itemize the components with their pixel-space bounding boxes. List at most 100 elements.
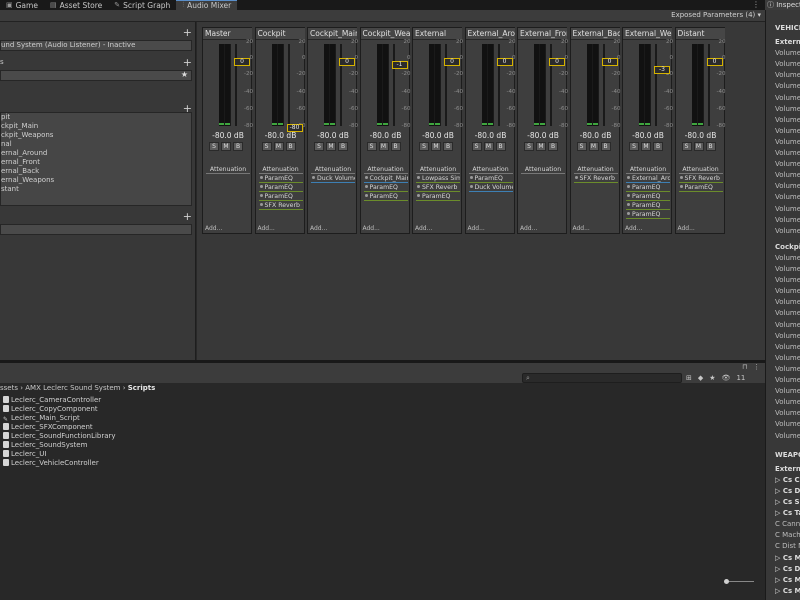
- inspector-field[interactable]: Volume_: [775, 49, 800, 58]
- effect-slot[interactable]: Attenuation: [363, 165, 408, 174]
- mixer-strip[interactable]: Cockpit200-20-40-60-80-80-80.0 dBSMBAtte…: [254, 27, 306, 234]
- file-item[interactable]: Leclerc_SoundSystem: [3, 441, 303, 450]
- tab-script-graph[interactable]: ✎ Script Graph: [108, 0, 176, 10]
- inspector-field[interactable]: C Mach: [775, 531, 800, 540]
- mixer-strip[interactable]: External_Back200-20-40-60-800-80.0 dBSMB…: [569, 27, 621, 234]
- mixer-strip[interactable]: Distant 20 0 -20 -40 -60 -80 0 -80.0 dB S M B Attenu…: [674, 27, 726, 234]
- effect-slot[interactable]: ParamEQ: [626, 192, 670, 201]
- volume-fader-handle[interactable]: -3: [654, 65, 670, 74]
- effect-slot[interactable]: Attenuation: [678, 165, 723, 174]
- group-item[interactable]: ckpit_Weapons: [1, 131, 191, 140]
- mute-button[interactable]: M: [588, 142, 599, 151]
- effect-slot[interactable]: Lowpass Sim: [416, 174, 460, 183]
- inspector-tab[interactable]: ⓘ Inspect: [765, 0, 800, 10]
- inspector-field[interactable]: Volume_: [775, 354, 800, 363]
- inspector-field[interactable]: Volume_: [775, 387, 800, 396]
- mute-button[interactable]: M: [483, 142, 494, 151]
- file-item[interactable]: Leclerc_CopyComponent: [3, 405, 303, 414]
- inspector-field[interactable]: Volume_: [775, 127, 800, 136]
- effect-slot[interactable]: Duck Volume: [311, 174, 355, 183]
- inspector-field[interactable]: Volume_: [775, 193, 800, 202]
- mute-button[interactable]: M: [273, 142, 284, 151]
- mixer-strip[interactable]: External 20 0 -20 -40 -60 -80 0 -80.0 dB S M B Atten…: [412, 27, 463, 234]
- group-item[interactable]: ernal_Front: [1, 158, 191, 167]
- effect-slot[interactable]: SFX Reverb: [678, 174, 723, 183]
- volume-fader-handle[interactable]: 0: [339, 58, 355, 66]
- breadcrumb-item[interactable]: ssets: [0, 384, 18, 392]
- bypass-button[interactable]: B: [338, 142, 348, 151]
- effect-slot[interactable]: SFX Reverb: [416, 183, 460, 192]
- inspector-field[interactable]: Volume_: [775, 309, 800, 318]
- add-effect-button[interactable]: Add...: [363, 225, 380, 232]
- effect-slot[interactable]: Attenuation: [468, 165, 513, 174]
- exposed-parameters-dropdown[interactable]: Exposed Parameters (4) ▾: [671, 11, 761, 19]
- file-item[interactable]: Leclerc_VehicleController: [3, 459, 303, 468]
- add-effect-button[interactable]: Add...: [415, 225, 432, 232]
- solo-button[interactable]: S: [261, 142, 272, 151]
- inspector-field[interactable]: ▷ Cs Tail: [775, 509, 800, 518]
- add-effect-button[interactable]: Add...: [573, 225, 590, 232]
- mute-button[interactable]: M: [536, 142, 546, 151]
- effect-slot[interactable]: Attenuation: [573, 165, 618, 174]
- bypass-button[interactable]: B: [390, 142, 401, 151]
- effect-slot[interactable]: External_Arou: [626, 174, 670, 183]
- bypass-button[interactable]: B: [600, 142, 611, 151]
- group-item[interactable]: ernal_Around: [1, 149, 191, 158]
- inspector-field[interactable]: Volume_: [775, 287, 800, 296]
- inspector-field[interactable]: Volume_: [775, 149, 800, 158]
- bypass-button[interactable]: B: [653, 142, 663, 151]
- inspector-field[interactable]: Volume_: [775, 82, 800, 91]
- inspector-field[interactable]: ▷ Cs Shot: [775, 498, 800, 507]
- inspector-field[interactable]: ▷ Cs Dist: [775, 487, 800, 496]
- solo-button[interactable]: S: [471, 142, 482, 151]
- effect-slot[interactable]: Cockpit_Main: [363, 174, 408, 183]
- inspector-field[interactable]: ▷ Cs Cann: [775, 476, 800, 485]
- file-item[interactable]: ✎ Leclerc_Main_Script: [3, 414, 303, 423]
- effect-slot[interactable]: Attenuation: [626, 165, 670, 174]
- effect-slot[interactable]: SFX Reverb: [573, 174, 618, 183]
- inspector-field[interactable]: Volume_: [775, 254, 800, 263]
- inspector-field[interactable]: ▷ Cs Dist: [775, 565, 800, 574]
- inspector-field[interactable]: Volume_: [775, 298, 800, 307]
- effect-slot[interactable]: Attenuation: [206, 165, 250, 174]
- mixer-strip[interactable]: External_Weapons200-20-40-60-80-3-80.0 d…: [622, 27, 673, 234]
- favorite-icon[interactable]: ★: [709, 374, 715, 382]
- inspector-field[interactable]: Volume_: [775, 265, 800, 274]
- file-item[interactable]: Leclerc_CameraController: [3, 396, 303, 405]
- add-effect-button[interactable]: Add...: [625, 225, 642, 232]
- add-effect-button[interactable]: Add...: [205, 225, 222, 232]
- effect-slot[interactable]: Attenuation: [258, 165, 303, 174]
- group-item[interactable]: nal: [1, 140, 191, 149]
- file-item[interactable]: Leclerc_SFXComponent: [3, 423, 303, 432]
- mute-button[interactable]: M: [431, 142, 441, 151]
- group-item[interactable]: ernal_Back: [1, 167, 191, 176]
- volume-fader-handle[interactable]: 0: [444, 58, 460, 66]
- add-effect-button[interactable]: Add...: [468, 225, 485, 232]
- lock-icon[interactable]: ⊓: [742, 363, 747, 371]
- tab-menu-icon[interactable]: ⋮: [752, 0, 762, 10]
- inspector-field[interactable]: Volume_: [775, 420, 800, 429]
- inspector-field[interactable]: Volume_: [775, 376, 800, 385]
- solo-button[interactable]: S: [419, 142, 429, 151]
- bypass-button[interactable]: B: [233, 142, 243, 151]
- group-item[interactable]: ernal_Weapons: [1, 176, 191, 185]
- mixer-strip[interactable]: Cockpit_Main 20 0 -20 -40 -60 -80 0 -80.0 dB S M B A…: [307, 27, 358, 234]
- bypass-button[interactable]: B: [285, 142, 296, 151]
- file-item[interactable]: Leclerc_UI: [3, 450, 303, 459]
- bypass-button[interactable]: B: [495, 142, 506, 151]
- icon-size-slider[interactable]: [724, 579, 756, 584]
- volume-fader-handle[interactable]: 0: [601, 58, 618, 66]
- group-item[interactable]: pit: [1, 113, 191, 122]
- add-view-plus-icon[interactable]: +: [183, 210, 192, 223]
- inspector-field[interactable]: Volume_: [775, 105, 800, 114]
- inspector-field[interactable]: ▷ Cs Mac: [775, 587, 800, 596]
- inspector-field[interactable]: Volume_: [775, 343, 800, 352]
- inspector-field[interactable]: Volume_: [775, 60, 800, 69]
- add-effect-button[interactable]: Add...: [678, 225, 695, 232]
- volume-fader-handle[interactable]: 0: [549, 58, 565, 66]
- effect-slot[interactable]: ParamEQ: [258, 192, 303, 201]
- mute-button[interactable]: M: [326, 142, 336, 151]
- inspector-field[interactable]: Volume_: [775, 432, 800, 441]
- add-mixer-plus-icon[interactable]: +: [183, 26, 192, 39]
- volume-fader-handle[interactable]: 0: [706, 58, 723, 66]
